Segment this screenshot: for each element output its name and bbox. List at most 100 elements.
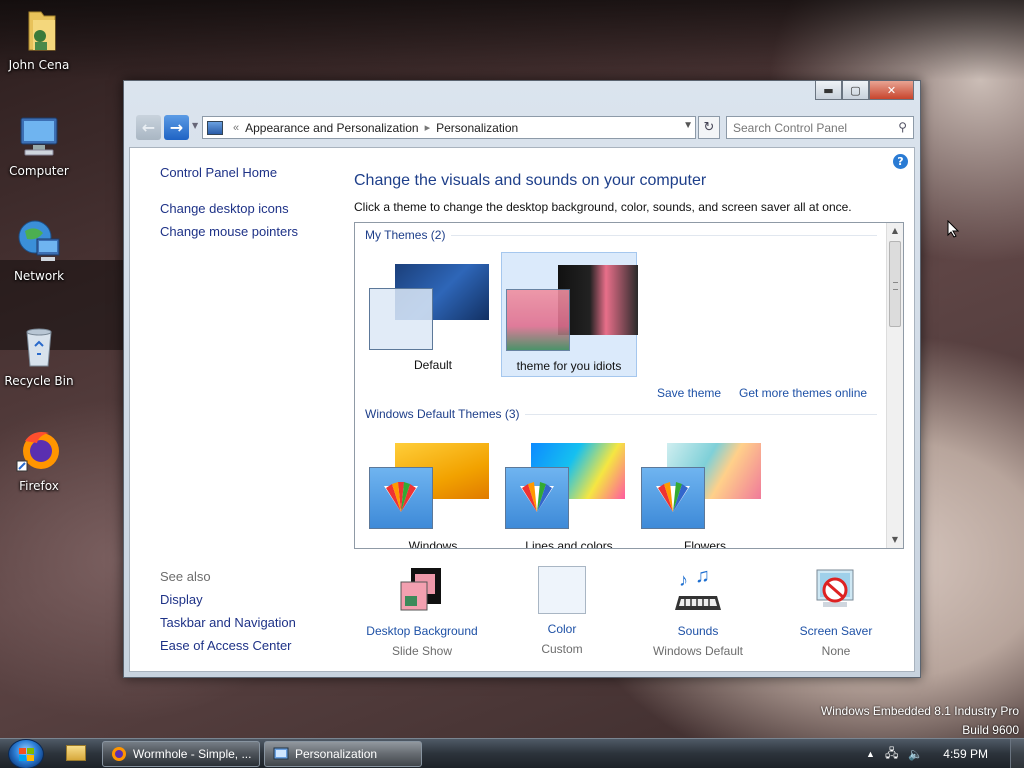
refresh-icon: ↻	[703, 120, 715, 135]
close-button[interactable]: ✕	[869, 81, 914, 100]
theme-label: Flowers	[683, 539, 726, 549]
forward-arrow-icon: →	[169, 118, 184, 137]
themes-scrollbar[interactable]: ▲ ▼	[886, 223, 903, 548]
theme-color-swatch	[369, 288, 433, 350]
recycle-bin-icon	[15, 322, 63, 370]
theme-tile-lines-and-colors[interactable]: Lines and colors	[501, 431, 637, 549]
control-panel-icon	[207, 120, 223, 135]
desktop-icon-network[interactable]: Network	[1, 217, 77, 283]
volume-muted-icon[interactable]: 🔈	[908, 747, 923, 761]
sounds-label[interactable]: Sounds	[628, 624, 768, 638]
firefox-icon	[15, 427, 63, 475]
os-version-watermark: Windows Embedded 8.1 Industry Pro Build …	[821, 702, 1019, 740]
maximize-button[interactable]: ▢	[842, 81, 869, 100]
recent-pages-dropdown[interactable]: ▼	[192, 121, 198, 130]
screen-saver-icon	[811, 566, 861, 616]
taskbar-button-firefox[interactable]: Wormhole - Simple, ...	[102, 741, 260, 767]
mouse-cursor-icon	[947, 220, 959, 238]
firefox-icon	[112, 747, 126, 761]
ease-of-access-link[interactable]: Ease of Access Center	[160, 638, 292, 653]
desktop-background-icon	[397, 566, 447, 616]
desktop-icon-computer[interactable]: Computer	[1, 112, 77, 178]
desktop-icon-label: Firefox	[19, 479, 59, 493]
desktop-icon-label: Recycle Bin	[4, 374, 74, 388]
color-setting[interactable]: Color Custom	[492, 566, 632, 656]
my-themes-title: My Themes (2)	[365, 228, 446, 242]
theme-color-swatch	[641, 467, 705, 529]
show-hidden-icons-icon[interactable]: ▲	[866, 749, 875, 759]
back-button[interactable]: ←	[136, 115, 161, 140]
address-bar[interactable]: « Appearance and Personalization ▸ Perso…	[202, 116, 696, 139]
screen-saver-setting[interactable]: Screen Saver None	[766, 566, 906, 658]
search-placeholder: Search Control Panel	[733, 121, 848, 135]
user-folder-icon	[15, 6, 63, 54]
forward-button[interactable]: →	[164, 115, 189, 140]
show-desktop-button[interactable]	[1010, 739, 1024, 768]
theme-label: Default	[413, 358, 453, 372]
desktop-background-value: Slide Show	[391, 644, 453, 658]
screen-saver-label[interactable]: Screen Saver	[766, 624, 906, 638]
content-area: ? Control Panel Home Change desktop icon…	[129, 147, 915, 672]
breadcrumb-item-personalization[interactable]: Personalization	[436, 121, 518, 135]
svg-text:♫: ♫	[695, 566, 710, 587]
desktop-icon-recycle-bin[interactable]: Recycle Bin	[1, 322, 77, 388]
page-description: Click a theme to change the desktop back…	[354, 200, 852, 214]
taskbar-navigation-link[interactable]: Taskbar and Navigation	[160, 615, 296, 630]
desktop-background-setting[interactable]: Desktop Background Slide Show	[352, 566, 492, 658]
scroll-up-icon[interactable]: ▲	[887, 223, 903, 239]
control-panel-home-link[interactable]: Control Panel Home	[160, 165, 277, 180]
theme-tile-flowers[interactable]: Flowers	[637, 431, 773, 549]
get-more-themes-link[interactable]: Get more themes online	[739, 386, 867, 400]
network-icon	[15, 217, 63, 265]
theme-label: theme for you idiots	[516, 359, 622, 373]
svg-text:♪: ♪	[679, 570, 688, 590]
scroll-down-icon[interactable]: ▼	[887, 532, 903, 548]
search-input[interactable]: Search Control Panel ⚲	[726, 116, 914, 139]
see-also-title: See also	[160, 569, 211, 584]
theme-tile-windows[interactable]: Windows	[365, 431, 501, 549]
desktop-icon-firefox[interactable]: Firefox	[1, 427, 77, 493]
breadcrumb-overflow[interactable]: «	[233, 122, 239, 134]
help-icon[interactable]: ?	[893, 154, 908, 169]
breadcrumb-item-appearance[interactable]: Appearance and Personalization	[245, 121, 418, 135]
file-explorer-icon[interactable]	[66, 745, 86, 761]
network-status-icon[interactable]: 🖧	[885, 744, 898, 765]
desktop-icon-label: Computer	[9, 164, 69, 178]
theme-tile-default[interactable]: Default	[365, 252, 501, 377]
clock[interactable]: 4:59 PM	[943, 747, 988, 761]
address-dropdown-icon[interactable]: ▼	[683, 120, 693, 131]
theme-preview	[558, 265, 638, 335]
minimize-button[interactable]: ▬	[815, 81, 842, 100]
desktop-background-label[interactable]: Desktop Background	[352, 624, 492, 638]
scroll-thumb[interactable]	[889, 241, 901, 327]
color-swatch-icon	[538, 566, 586, 614]
control-panel-icon	[273, 747, 289, 760]
default-themes-title: Windows Default Themes (3)	[365, 407, 520, 421]
refresh-button[interactable]: ↻	[698, 116, 720, 139]
theme-label: Lines and colors	[525, 539, 613, 549]
change-desktop-icons-link[interactable]: Change desktop icons	[160, 201, 289, 216]
desktop-icon-john-cena[interactable]: John Cena	[1, 6, 77, 72]
windows-logo-icon	[19, 748, 34, 761]
change-mouse-pointers-link[interactable]: Change mouse pointers	[160, 224, 298, 239]
theme-label: Windows	[408, 539, 458, 549]
theme-color-swatch	[369, 467, 433, 529]
sounds-icon: ♪ ♫	[673, 565, 723, 616]
theme-color-swatch	[506, 289, 570, 351]
theme-tile-theme-for-you-idiots[interactable]: theme for you idiots	[501, 252, 638, 377]
color-label[interactable]: Color	[492, 622, 632, 636]
start-button[interactable]	[8, 739, 44, 768]
color-value: Custom	[541, 642, 583, 656]
sounds-setting[interactable]: ♪ ♫ Sounds Windows Default	[628, 565, 768, 658]
display-link[interactable]: Display	[160, 592, 203, 607]
search-icon[interactable]: ⚲	[898, 120, 907, 134]
taskbar-button-personalization[interactable]: Personalization	[264, 741, 422, 767]
os-edition: Windows Embedded 8.1 Industry Pro	[820, 704, 1019, 718]
system-tray: ▲ 🖧 🔈 4:59 PM	[866, 739, 1024, 768]
left-pane: Control Panel Home Change desktop icons …	[160, 148, 340, 671]
taskbar-button-label: Personalization	[295, 747, 378, 761]
page-title: Change the visuals and sounds on your co…	[354, 172, 707, 189]
breadcrumb-chevron-icon[interactable]: ▸	[425, 121, 431, 134]
theme-color-swatch	[505, 467, 569, 529]
save-theme-link[interactable]: Save theme	[657, 386, 721, 400]
